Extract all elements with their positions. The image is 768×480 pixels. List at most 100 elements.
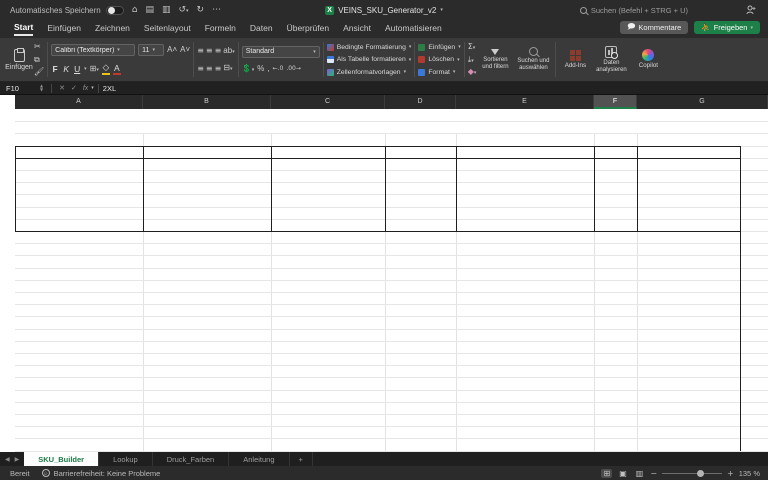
prev-sheet-icon[interactable]: ◀ (0, 452, 15, 466)
enter-icon[interactable]: ✓ (71, 84, 77, 92)
share-button[interactable]: ⛹ Freigeben ▾ (694, 21, 760, 34)
fill-icon[interactable]: ⤓▾ (468, 56, 477, 64)
copy-icon[interactable]: ⧉ (34, 56, 44, 64)
tab-seitenlayout[interactable]: Seitenlayout (144, 23, 191, 35)
save-as-icon[interactable]: ▥ (162, 6, 171, 15)
tab-automatisieren[interactable]: Automatisieren (385, 23, 442, 35)
name-box-stepper[interactable]: ▲▼ (40, 84, 43, 92)
share-icon[interactable] (746, 5, 756, 15)
excel-icon: X (325, 6, 334, 15)
divider (464, 42, 465, 77)
sheet-tab-lookup[interactable]: Lookup (99, 452, 153, 466)
align-middle-icon[interactable]: ≡ (206, 46, 212, 55)
tab-daten[interactable]: Daten (250, 23, 273, 35)
chevron-down-icon: ▾ (84, 66, 87, 72)
align-bottom-icon[interactable]: ≡ (215, 46, 221, 55)
fill-color-icon[interactable]: ◇ (102, 63, 110, 75)
tab-ansicht[interactable]: Ansicht (343, 23, 371, 35)
undo-icon[interactable]: ↺▾ (178, 6, 188, 15)
format-as-table-button[interactable]: Als Tabelle formatieren ▾ (327, 56, 412, 63)
paste-button[interactable]: Einfügen (4, 38, 34, 81)
column-header-b[interactable]: B (143, 95, 271, 109)
zoom-level[interactable]: 135 % (739, 469, 760, 478)
decrease-decimal-icon[interactable]: .00→ (286, 66, 301, 72)
cancel-icon[interactable]: ✕ (59, 84, 65, 92)
underline-button[interactable]: U (73, 64, 81, 74)
tab-zeichnen[interactable]: Zeichnen (95, 23, 130, 35)
normal-view-icon[interactable]: ⊞ (601, 469, 612, 478)
tab-ueberpruefen[interactable]: Überprüfen (287, 23, 330, 35)
font-size-select[interactable]: 11 ▾ (138, 44, 164, 56)
autosum-icon[interactable]: Σ▾ (468, 43, 477, 51)
addins-button[interactable]: Add-Ins (559, 38, 591, 81)
cell-styles-button[interactable]: Zellenformatvorlagen ▾ (327, 69, 412, 76)
redo-icon[interactable]: ↻ (197, 6, 205, 15)
column-header-g[interactable]: G (637, 95, 768, 109)
font-name-select[interactable]: Calibri (Textkörper) ▾ (51, 44, 135, 56)
more-icon[interactable]: ⋯ (212, 6, 221, 15)
search-input[interactable]: Suchen (Befehl + STRG + U) (580, 6, 688, 15)
zoom-slider-handle[interactable] (697, 470, 704, 477)
sheet-tab-druck-farben[interactable]: Druck_Farben (153, 452, 230, 466)
spreadsheet-grid[interactable]: ABCDEFG (0, 95, 768, 452)
orientation-icon[interactable]: ab▾ (223, 47, 234, 55)
borders-icon[interactable]: ⊞▾ (90, 65, 99, 73)
document-title[interactable]: X VEINS_SKU_Generator_v2 ▾ (325, 6, 443, 15)
number-format-select[interactable]: Standard ▾ (242, 46, 320, 58)
align-top-icon[interactable]: ≡ (197, 46, 203, 55)
clear-icon[interactable]: ◆▾ (468, 68, 477, 76)
comma-icon[interactable]: , (267, 65, 269, 73)
sheet-tab-sku-builder[interactable]: SKU_Builder (24, 452, 99, 466)
cut-icon[interactable]: ✂ (34, 43, 44, 51)
align-left-icon[interactable]: ≡ (197, 64, 203, 73)
column-header-f[interactable]: F (594, 95, 637, 109)
increase-decimal-icon[interactable]: ←.0 (273, 66, 284, 72)
insert-cells-button[interactable]: Einfügen ▾ (418, 44, 460, 51)
chevron-down-icon: ▾ (91, 85, 94, 91)
add-sheet-button[interactable]: + (290, 452, 313, 466)
tab-start[interactable]: Start (14, 22, 33, 36)
page-layout-view-icon[interactable]: ▣ (617, 469, 629, 478)
accessibility-status[interactable]: Barrierefreiheit: Keine Probleme (54, 469, 161, 478)
autosave-toggle[interactable] (106, 6, 124, 15)
column-header-e[interactable]: E (456, 95, 594, 109)
accounting-format-icon[interactable]: 💲▾ (242, 65, 254, 73)
gridline (15, 219, 768, 220)
home-icon[interactable]: ⌂ (132, 6, 138, 15)
column-header-a[interactable]: A (15, 95, 143, 109)
increase-font-icon[interactable]: A˄ (167, 46, 177, 54)
bold-button[interactable]: F (51, 64, 59, 74)
next-sheet-icon[interactable]: ▶ (15, 452, 25, 466)
decrease-font-icon[interactable]: A˅ (180, 46, 190, 54)
align-center-icon[interactable]: ≡ (206, 64, 212, 73)
zoom-slider[interactable] (662, 473, 722, 474)
format-painter-icon[interactable]: 🖌 (34, 68, 44, 76)
italic-button[interactable]: K (62, 64, 70, 74)
fx-icon[interactable]: fx (83, 85, 88, 92)
column-header-d[interactable]: D (385, 95, 456, 109)
sort-filter-button[interactable]: Sortieren und filtern (476, 38, 514, 81)
font-color-icon[interactable]: A (113, 63, 121, 75)
zoom-in-icon[interactable]: + (727, 469, 734, 478)
format-cells-button[interactable]: Format ▾ (418, 69, 460, 76)
name-box[interactable]: F10 (0, 84, 40, 93)
merge-center-icon[interactable]: ⊟▾ (223, 64, 232, 72)
align-right-icon[interactable]: ≡ (215, 64, 221, 73)
tab-einfuegen[interactable]: Einfügen (47, 23, 81, 35)
tab-formeln[interactable]: Formeln (205, 23, 236, 35)
formula-input[interactable]: 2XL (103, 84, 116, 93)
comments-button[interactable]: 🗩 Kommentare (620, 21, 688, 34)
number-group: Standard ▾ 💲▾ % , ←.0 .00→ (242, 38, 320, 81)
copilot-button[interactable]: Copilot (631, 38, 665, 81)
sheet-tab-anleitung[interactable]: Anleitung (229, 452, 289, 466)
percent-icon[interactable]: % (257, 65, 264, 73)
analyze-data-button[interactable]: Daten analysieren (591, 38, 631, 81)
page-break-view-icon[interactable]: ▥ (634, 469, 646, 478)
delete-cells-button[interactable]: Löschen ▾ (418, 56, 460, 63)
column-header-c[interactable]: C (271, 95, 385, 109)
gridline (15, 304, 768, 305)
save-icon[interactable]: ▤ (145, 6, 154, 15)
conditional-formatting-button[interactable]: Bedingte Formatierung ▾ (327, 44, 412, 51)
zoom-out-icon[interactable]: − (650, 469, 657, 478)
find-select-button[interactable]: Suchen und auswählen (514, 38, 552, 81)
